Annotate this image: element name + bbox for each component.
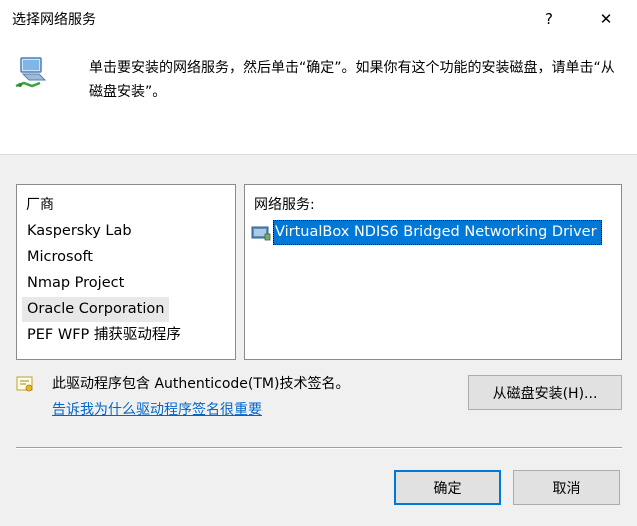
separator [16, 447, 622, 449]
service-list-header: 网络服务: [254, 197, 315, 213]
window-title: 选择网络服务 [12, 12, 96, 28]
service-item-label: VirtualBox NDIS6 Bridged Networking Driv… [273, 220, 602, 245]
title-bar: 选择网络服务 ? ✕ [0, 0, 637, 38]
manufacturer-list[interactable]: 厂商 Kaspersky Lab Microsoft Nmap Project … [16, 184, 236, 360]
network-service-list[interactable]: 网络服务: VirtualBox NDIS6 Bridged Networkin… [244, 184, 622, 360]
network-adapter-icon [15, 57, 47, 88]
close-button[interactable]: ✕ [583, 0, 629, 38]
close-icon: ✕ [599, 10, 613, 28]
help-button[interactable]: ? [526, 0, 572, 38]
list-item-manufacturer[interactable]: Microsoft [22, 245, 98, 270]
list-item-manufacturer[interactable]: Nmap Project [22, 271, 129, 296]
list-item-service-selected[interactable]: VirtualBox NDIS6 Bridged Networking Driv… [251, 220, 602, 245]
list-item-manufacturer[interactable]: PEF WFP 捕获驱动程序 [22, 323, 186, 348]
help-icon: ? [545, 10, 553, 28]
signed-certificate-icon [16, 376, 33, 392]
have-disk-button[interactable]: 从磁盘安装(H)... [468, 375, 622, 410]
driver-signing-link[interactable]: 告诉我为什么驱动程序签名很重要 [52, 399, 262, 419]
network-service-icon [251, 226, 271, 240]
cancel-button[interactable]: 取消 [513, 470, 620, 505]
ok-button[interactable]: 确定 [394, 470, 501, 505]
signature-status-text: 此驱动程序包含 Authenticode(TM)技术签名。 [52, 376, 350, 392]
instruction-text: 单击要安装的网络服务，然后单击“确定”。如果你有这个功能的安装磁盘，请单击“从磁… [89, 60, 615, 100]
manufacturer-list-header: 厂商 [26, 197, 54, 213]
list-item-manufacturer[interactable]: Kaspersky Lab [22, 219, 137, 244]
instruction-header: 单击要安装的网络服务，然后单击“确定”。如果你有这个功能的安装磁盘，请单击“从磁… [0, 38, 637, 155]
list-item-manufacturer-selected[interactable]: Oracle Corporation [22, 297, 170, 322]
